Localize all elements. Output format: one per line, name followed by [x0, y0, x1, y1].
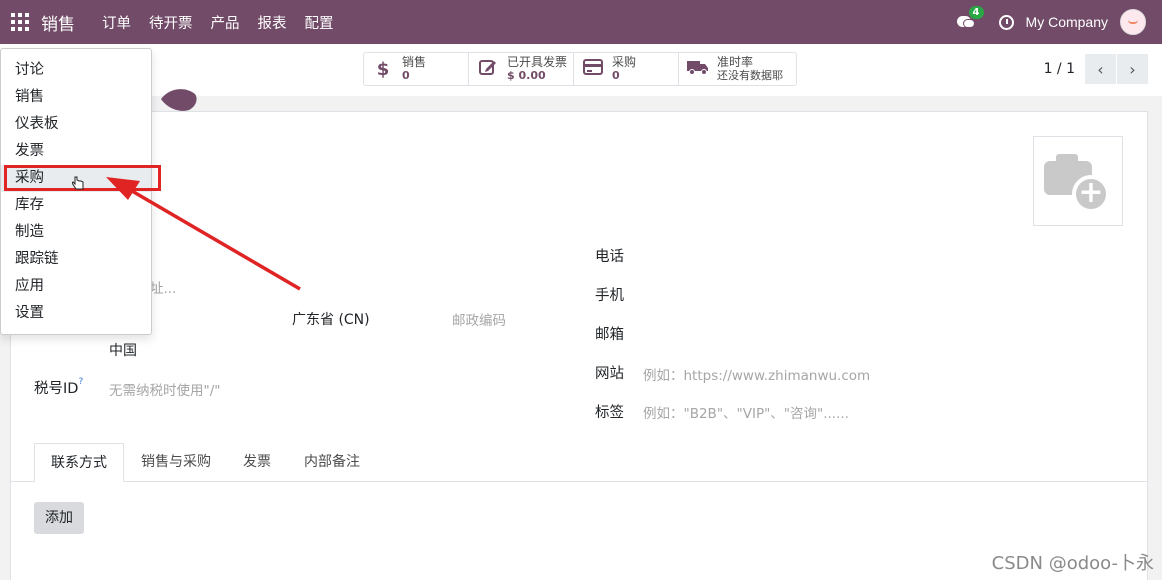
app-brand[interactable]: 销售 — [41, 10, 75, 35]
smart-button-value: 还没有数据耶 — [717, 69, 783, 82]
navbar-systray: 4 My Company — [956, 0, 1146, 44]
website-input[interactable]: 例如：https://www.zhimanwu.com — [643, 364, 870, 384]
edit-invoice-icon — [477, 58, 499, 81]
pager: 1 / 1 ‹ › — [1044, 54, 1148, 84]
tax-id-label: 税号ID? — [34, 377, 84, 397]
main-menu: 订单 待开票 产品 报表 配置 — [93, 12, 343, 33]
tab-internal-notes[interactable]: 内部备注 — [304, 443, 360, 482]
image-upload[interactable]: + — [1033, 136, 1123, 226]
notification-badge: 4 — [968, 6, 984, 19]
add-contact-button[interactable]: 添加 — [34, 502, 84, 534]
apps-grid-icon[interactable] — [11, 13, 29, 31]
tab-sales-purchase[interactable]: 销售与采购 — [141, 443, 211, 482]
smart-button-value: $ 0.00 — [507, 69, 546, 82]
watermark: CSDN @odoo-卜永 — [991, 553, 1154, 574]
dollar-icon: $ — [376, 58, 390, 80]
smart-button-label: 销售 — [402, 55, 427, 69]
user-avatar[interactable] — [1120, 9, 1146, 35]
smart-button-label: 采购 — [612, 55, 637, 69]
phone-label: 电话 — [595, 249, 624, 265]
app-menu-item-invoicing[interactable]: 发票 — [1, 138, 151, 165]
top-navbar: 销售 订单 待开票 产品 报表 配置 4 My Company — [0, 0, 1162, 44]
app-menu-item-inventory[interactable]: 库存 — [1, 192, 151, 219]
app-menu-item-manufacturing[interactable]: 制造 — [1, 219, 151, 246]
apps-dropdown-menu: 讨论 销售 仪表板 发票 采购 库存 制造 跟踪链 应用 设置 — [0, 48, 152, 335]
on-time-rate-smart-button[interactable]: 准时率 还没有数据耶 — [679, 53, 796, 85]
menu-reporting[interactable]: 报表 — [249, 12, 296, 33]
mobile-label: 手机 — [595, 288, 624, 304]
pager-next-button[interactable]: › — [1117, 54, 1148, 84]
website-label: 网站 — [595, 366, 624, 382]
chat-icon[interactable]: 4 — [956, 6, 984, 30]
app-menu-item-dashboards[interactable]: 仪表板 — [1, 111, 151, 138]
pager-counter[interactable]: 1 / 1 — [1044, 61, 1075, 77]
tab-invoicing[interactable]: 发票 — [243, 443, 271, 482]
app-menu-item-settings[interactable]: 设置 — [1, 300, 151, 327]
notebook-tabs: 联系方式 销售与采购 发票 内部备注 — [10, 443, 1148, 482]
state-select[interactable]: 广东省 (CN) — [292, 309, 370, 329]
sales-smart-button[interactable]: $ 销售 0 — [364, 53, 469, 85]
app-menu-item-sales[interactable]: 销售 — [1, 84, 151, 111]
add-photo-plus-icon: + — [1072, 175, 1110, 213]
purchase-smart-button[interactable]: 采购 0 — [574, 53, 679, 85]
smart-button-label: 准时率 — [717, 55, 754, 69]
menu-configuration[interactable]: 配置 — [296, 12, 343, 33]
app-menu-item-discuss[interactable]: 讨论 — [1, 57, 151, 84]
truck-icon — [687, 59, 709, 80]
invoiced-smart-button[interactable]: 已开具发票 $ 0.00 — [469, 53, 574, 85]
smart-button-value: 0 — [402, 69, 410, 82]
country-select[interactable]: 中国 — [109, 340, 137, 360]
help-tooltip-icon[interactable]: ? — [78, 377, 83, 387]
smart-buttons: $ 销售 0 已开具发票 $ 0.00 采购 0 准时率 还没有数据耶 — [363, 52, 797, 86]
tax-id-input[interactable]: 无需纳税时使用"/" — [109, 379, 220, 399]
partner-avatar-shape — [161, 89, 197, 111]
street-input[interactable]: 址... — [150, 277, 176, 297]
menu-to-invoice[interactable]: 待开票 — [140, 12, 202, 33]
company-switcher[interactable]: My Company — [1026, 14, 1108, 30]
app-menu-item-link-tracker[interactable]: 跟踪链 — [1, 246, 151, 273]
credit-card-icon — [582, 58, 604, 80]
tags-label: 标签 — [595, 405, 624, 421]
email-label: 邮箱 — [595, 327, 624, 343]
form-sheet — [10, 111, 1148, 580]
menu-products[interactable]: 产品 — [202, 12, 249, 33]
menu-orders[interactable]: 订单 — [93, 12, 140, 33]
tags-input[interactable]: 例如："B2B"、"VIP"、"咨询"...... — [643, 402, 849, 422]
hand-cursor-icon — [72, 176, 84, 190]
zip-input[interactable]: 邮政编码 — [452, 309, 506, 329]
smart-button-label: 已开具发票 — [507, 55, 568, 69]
tab-contacts[interactable]: 联系方式 — [34, 443, 124, 482]
smart-button-value: 0 — [612, 69, 620, 82]
activity-clock-icon[interactable] — [998, 14, 1014, 30]
pager-previous-button[interactable]: ‹ — [1085, 54, 1116, 84]
app-menu-item-apps[interactable]: 应用 — [1, 273, 151, 300]
